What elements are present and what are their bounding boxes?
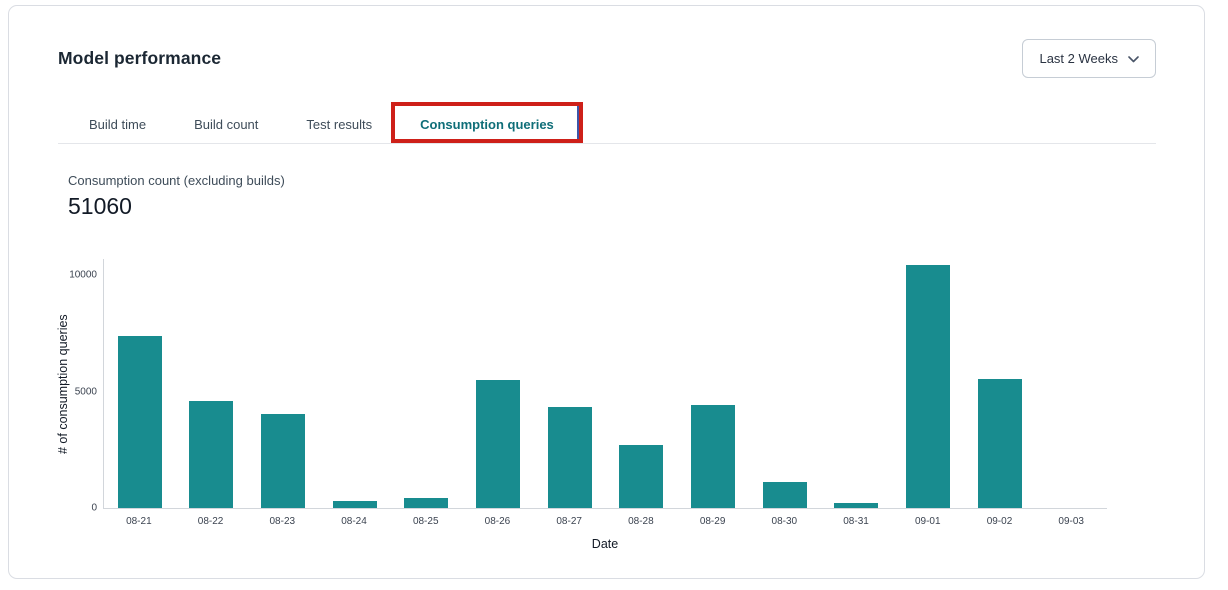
tab-label: Build time (89, 117, 146, 132)
y-tick-label: 10000 (69, 270, 97, 281)
metric-value: 51060 (68, 193, 285, 220)
x-tick-label: 08-31 (820, 516, 892, 527)
y-axis-title: # of consumption queries (55, 259, 71, 509)
x-tick-label: 08-29 (677, 516, 749, 527)
bar-slot (176, 259, 248, 508)
bar-series (104, 259, 1107, 508)
bar-slot (462, 259, 534, 508)
bar-slot (677, 259, 749, 508)
model-performance-card: Model performance Last 2 Weeks Build tim… (8, 5, 1205, 579)
x-tick-label: 08-25 (390, 516, 462, 527)
bar-08-22[interactable] (189, 401, 233, 508)
x-tick-label: 08-21 (103, 516, 175, 527)
tab-label: Consumption queries (420, 117, 554, 132)
bar-08-29[interactable] (691, 405, 735, 508)
x-axis-title: Date (103, 537, 1107, 551)
page-title: Model performance (58, 48, 221, 69)
bar-08-26[interactable] (476, 380, 520, 508)
tab-label: Test results (306, 117, 372, 132)
tab-build-time[interactable]: Build time (65, 106, 170, 143)
x-tick-label: 09-02 (964, 516, 1036, 527)
x-tick-label: 08-23 (246, 516, 318, 527)
bar-slot (605, 259, 677, 508)
bar-slot (1035, 259, 1107, 508)
metric-block: Consumption count (excluding builds) 510… (68, 173, 285, 220)
bar-slot (892, 259, 964, 508)
metric-label: Consumption count (excluding builds) (68, 173, 285, 188)
x-tick-label: 09-03 (1035, 516, 1107, 527)
x-tick-label: 08-24 (318, 516, 390, 527)
bar-08-25[interactable] (404, 498, 448, 508)
x-tick-label: 08-22 (175, 516, 247, 527)
x-tick-label: 08-28 (605, 516, 677, 527)
bar-08-23[interactable] (261, 414, 305, 508)
bar-08-28[interactable] (619, 445, 663, 508)
bar-slot (247, 259, 319, 508)
bar-08-21[interactable] (118, 336, 162, 508)
bar-09-02[interactable] (978, 379, 1022, 509)
bar-09-01[interactable] (906, 265, 950, 508)
bar-slot (534, 259, 606, 508)
bar-slot (820, 259, 892, 508)
bar-slot (964, 259, 1036, 508)
bar-slot (391, 259, 463, 508)
bar-slot (104, 259, 176, 508)
tab-label: Build count (194, 117, 258, 132)
bar-08-27[interactable] (548, 407, 592, 508)
bar-08-30[interactable] (763, 482, 807, 508)
chevron-down-icon (1128, 56, 1139, 63)
y-tick-label: 0 (91, 503, 97, 514)
tab-test-results[interactable]: Test results (282, 106, 396, 143)
card-header: Model performance Last 2 Weeks (58, 39, 1156, 78)
date-range-value: Last 2 Weeks (1039, 51, 1118, 66)
bar-08-24[interactable] (333, 501, 377, 508)
x-tick-label: 08-27 (533, 516, 605, 527)
bar-08-31[interactable] (834, 503, 878, 508)
x-tick-label: 09-01 (892, 516, 964, 527)
y-tick-label: 5000 (75, 386, 97, 397)
bar-chart-plot-area: 0500010000 (103, 259, 1107, 509)
tab-consumption-queries[interactable]: Consumption queries (396, 106, 578, 143)
x-tick-label: 08-30 (748, 516, 820, 527)
x-tick-label: 08-26 (462, 516, 534, 527)
bar-slot (749, 259, 821, 508)
x-axis-tick-labels: 08-2108-2208-2308-2408-2508-2608-2708-28… (103, 516, 1107, 527)
tab-bar: Build time Build count Test results Consump… (58, 106, 1156, 144)
bar-slot (319, 259, 391, 508)
date-range-dropdown[interactable]: Last 2 Weeks (1022, 39, 1156, 78)
tab-build-count[interactable]: Build count (170, 106, 282, 143)
